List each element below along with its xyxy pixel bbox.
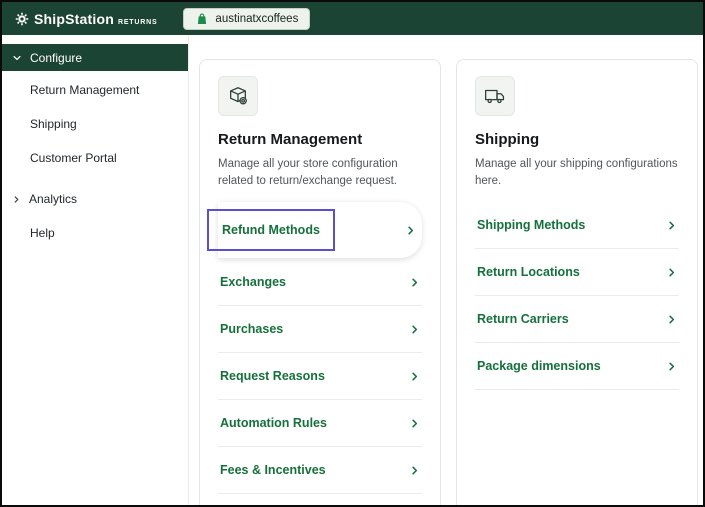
- chevron-right-icon: [666, 220, 677, 231]
- link-return-carriers[interactable]: Return Carriers: [475, 296, 679, 344]
- card-links: Refund Methods Exchanges Purchases Reque…: [207, 202, 422, 495]
- chevron-right-icon: [405, 225, 416, 236]
- card-title: Return Management: [218, 131, 363, 148]
- brand-suffix: RETURNS: [117, 18, 158, 26]
- link-shipping-methods[interactable]: Shipping Methods: [475, 202, 679, 250]
- sidebar-item-customer-portal[interactable]: Customer Portal: [2, 141, 188, 175]
- card-description: Manage all your store configuration rela…: [218, 158, 398, 187]
- link-exchanges[interactable]: Exchanges: [218, 259, 422, 307]
- page-body: Configure Return Management Shipping Cus…: [2, 35, 703, 505]
- chevron-right-icon: [666, 361, 677, 372]
- sidebar-item-help[interactable]: Help: [2, 216, 188, 250]
- truck-icon: [475, 76, 515, 116]
- link-refund-methods[interactable]: Refund Methods: [207, 202, 422, 260]
- link-fees-incentives[interactable]: Fees & Incentives: [218, 447, 422, 495]
- card-links: Shipping Methods Return Locations Return…: [475, 202, 679, 391]
- link-label: Fees & Incentives: [220, 463, 326, 478]
- link-label: Purchases: [220, 322, 284, 337]
- gear-logo-icon: [14, 11, 30, 27]
- sidebar-item-label: Analytics: [29, 192, 78, 206]
- link-automation-rules[interactable]: Automation Rules: [218, 400, 422, 448]
- link-label: Request Reasons: [220, 369, 325, 384]
- chevron-right-icon: [409, 324, 420, 335]
- package-gear-icon: [218, 76, 258, 116]
- link-package-dimensions[interactable]: Package dimensions: [475, 343, 679, 391]
- link-label: Automation Rules: [220, 416, 327, 431]
- refund-methods-highlight: Refund Methods: [207, 209, 335, 252]
- chevron-right-icon: [666, 314, 677, 325]
- link-label: Return Carriers: [477, 312, 569, 327]
- chevron-down-icon: [12, 53, 22, 63]
- app-window: ShipStation RETURNS austinatxcoffees Con…: [0, 0, 705, 507]
- link-label: Shipping Methods: [477, 218, 586, 233]
- chevron-right-icon: [12, 195, 21, 204]
- chevron-right-icon: [409, 371, 420, 382]
- sidebar: Configure Return Management Shipping Cus…: [2, 35, 189, 505]
- chevron-right-icon: [409, 465, 420, 476]
- card-shipping: Shipping Manage all your shipping config…: [456, 59, 698, 505]
- sidebar-item-analytics[interactable]: Analytics: [2, 182, 188, 216]
- store-selector-tab[interactable]: austinatxcoffees: [183, 7, 311, 30]
- store-name: austinatxcoffees: [215, 12, 299, 25]
- card-description: Manage all your shipping configurations …: [475, 158, 678, 187]
- link-label: Package dimensions: [477, 359, 601, 374]
- shipstation-logo[interactable]: ShipStation RETURNS: [14, 11, 157, 27]
- card-return-management: Return Management Manage all your store …: [199, 59, 441, 505]
- sidebar-item-label: Help: [30, 226, 55, 240]
- top-bar: ShipStation RETURNS austinatxcoffees: [2, 2, 703, 35]
- card-title: Shipping: [475, 131, 540, 148]
- link-return-locations[interactable]: Return Locations: [475, 249, 679, 297]
- sidebar-item-label: Shipping: [30, 117, 77, 131]
- chevron-right-icon: [666, 267, 677, 278]
- chevron-right-icon: [409, 277, 420, 288]
- link-label: Exchanges: [220, 275, 287, 290]
- link-request-reasons[interactable]: Request Reasons: [218, 353, 422, 401]
- sidebar-item-label: Configure: [30, 50, 83, 65]
- chevron-right-icon: [409, 418, 420, 429]
- link-purchases[interactable]: Purchases: [218, 306, 422, 354]
- sidebar-item-shipping[interactable]: Shipping: [2, 107, 188, 141]
- store-bag-icon: [195, 12, 209, 26]
- sidebar-item-label: Customer Portal: [30, 151, 117, 165]
- brand-name: ShipStation: [34, 10, 114, 27]
- link-label: Refund Methods: [222, 223, 320, 238]
- main-content: Return Management Manage all your store …: [189, 35, 703, 505]
- link-label: Return Locations: [477, 265, 580, 280]
- sidebar-item-configure[interactable]: Configure: [2, 44, 188, 71]
- sidebar-item-label: Return Management: [30, 83, 140, 97]
- sidebar-item-return-management[interactable]: Return Management: [2, 73, 188, 107]
